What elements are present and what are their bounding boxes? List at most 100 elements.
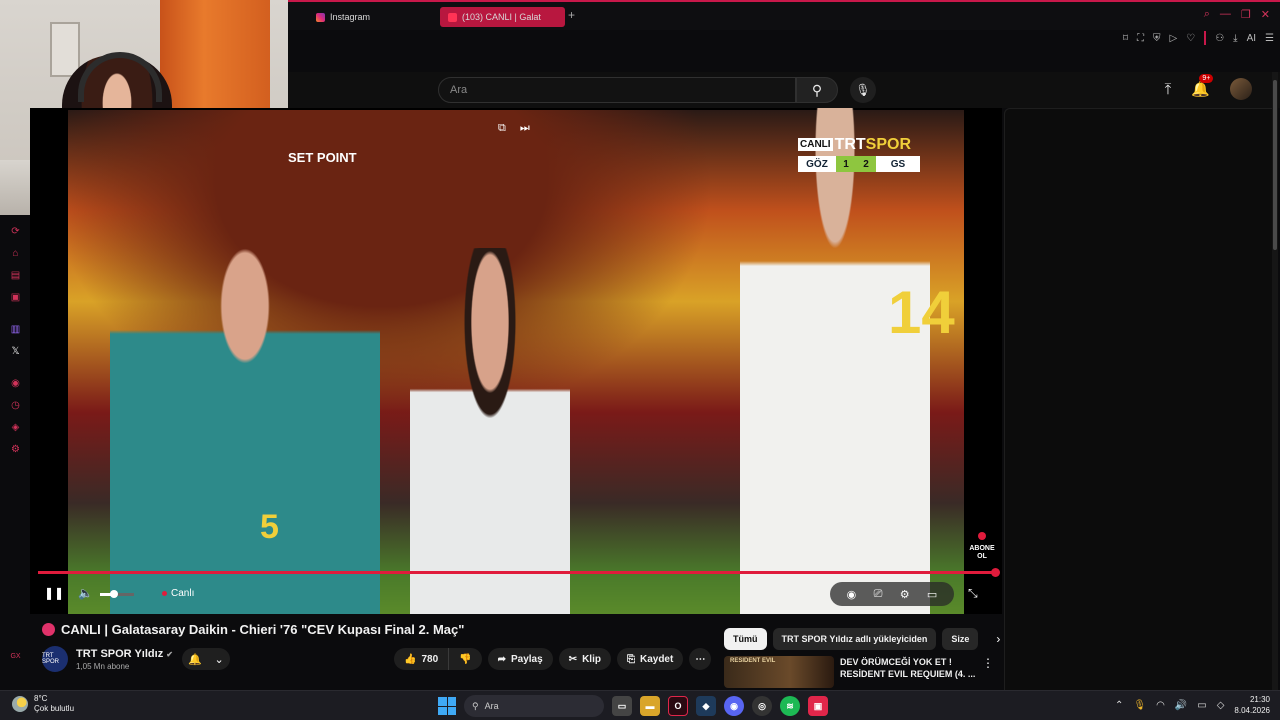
subtitles-icon[interactable]: ⎚ — [874, 588, 883, 601]
minimize-button[interactable]: — — [1220, 8, 1231, 21]
scrollbar-thumb[interactable] — [1273, 80, 1277, 250]
clock[interactable]: 21:30 8.04.2026 — [1234, 694, 1270, 716]
chip-for-you[interactable]: Size — [942, 628, 979, 650]
save-button[interactable]: ⎘ Kaydet — [616, 648, 684, 670]
chip-from-uploader[interactable]: TRT SPOR Yıldız adlı yükleyiciden — [772, 628, 937, 650]
progress-handle[interactable] — [991, 568, 1000, 577]
download-icon[interactable]: ⤓ — [1233, 33, 1237, 44]
volume-button[interactable]: 🔈 — [78, 586, 93, 600]
account-icon[interactable]: ⚇ — [1215, 33, 1224, 44]
brand-left: TRT — [834, 136, 866, 153]
search-icon[interactable]: ⌕ — [1204, 8, 1210, 21]
channel-name-text[interactable]: TRT SPOR Yıldız — [76, 648, 163, 660]
mic-icon[interactable]: 🎙 — [1133, 700, 1146, 711]
channel-name[interactable]: TRT SPOR Yıldız ✔ — [76, 648, 173, 660]
new-tab-button[interactable]: + — [568, 8, 575, 22]
settings-icon[interactable]: ⚙ — [10, 444, 21, 455]
notifications-button[interactable]: 🔔 9+ — [1191, 74, 1214, 98]
tab-youtube[interactable]: (103) CANLI | Galat — [440, 7, 565, 27]
file-explorer-icon[interactable]: ▬ — [640, 696, 660, 716]
like-dislike-group: 👍 780 👎 — [394, 648, 482, 670]
chevron-right-icon[interactable]: › — [996, 632, 1000, 646]
chip-all[interactable]: Tümü — [724, 628, 767, 650]
score-row: GÖZ 1 2 GS — [798, 156, 920, 172]
close-button[interactable]: ✕ — [1261, 8, 1270, 21]
tray-app-icon[interactable]: ◇ — [1217, 700, 1225, 711]
play-icon[interactable]: ▷ — [1170, 33, 1178, 44]
more-actions-button[interactable]: ⋯ — [689, 648, 712, 670]
chevron-down-icon: ⌄ — [214, 653, 224, 666]
recommended-thumbnail[interactable]: RESIDENT EVIL — [724, 656, 834, 688]
pause-button[interactable]: ❚❚ — [44, 586, 64, 600]
screenshot-icon[interactable]: ⛶ — [1137, 33, 1144, 44]
progress-bar[interactable] — [38, 568, 1000, 577]
share-button[interactable]: ➦ Paylaş — [487, 648, 553, 670]
upload-icon[interactable]: ⤒ — [1165, 81, 1172, 98]
discord-icon[interactable]: ◉ — [724, 696, 744, 716]
tab-instagram[interactable]: Instagram — [308, 7, 438, 27]
search-button[interactable]: ⚲ — [796, 77, 838, 103]
system-tray: ⌃ 🎙 ◠ 🔊 ▭ ◇ 21:30 8.04.2026 — [1115, 694, 1270, 716]
bookmark-icon[interactable]: ⌑ — [1123, 33, 1128, 44]
subscription-bell-button[interactable]: 🔔 ⌄ — [182, 648, 230, 670]
dislike-button[interactable]: 👎 — [449, 648, 482, 670]
battery-icon[interactable]: ▭ — [1197, 700, 1206, 711]
menu-icon[interactable]: ☰ — [1265, 33, 1274, 44]
page-scrollbar[interactable] — [1272, 72, 1278, 692]
clip-button[interactable]: ✂ Klip — [558, 648, 611, 670]
theater-icon[interactable]: ▭ — [927, 588, 937, 601]
extension-icon[interactable]: ◈ — [10, 422, 21, 433]
volume-handle[interactable] — [110, 590, 118, 598]
recommended-title[interactable]: DEV ÖRÜMCEĞİ YOK ET ! RESİDENT EVIL REQU… — [840, 656, 976, 688]
recommended-video[interactable]: RESIDENT EVIL DEV ÖRÜMCEĞİ YOK ET ! RESİ… — [724, 656, 994, 688]
speaker-icon[interactable]: 🔊 — [1175, 700, 1187, 711]
media-icon[interactable]: ▣ — [10, 292, 21, 303]
obs-icon[interactable]: ◎ — [752, 696, 772, 716]
player-icon[interactable]: ◉ — [10, 378, 21, 389]
bag-icon[interactable]: ⌂ — [10, 248, 21, 259]
twitch-icon[interactable]: ▥ — [10, 324, 21, 335]
restore-button[interactable]: ❐ — [1241, 8, 1251, 21]
like-button[interactable]: 👍 780 — [394, 648, 450, 670]
mic-icon: 🎙 — [855, 83, 871, 97]
subscribe-watermark[interactable]: ABONE OL — [964, 532, 1000, 561]
scissors-icon: ✂ — [568, 653, 578, 665]
miniplayer-icon[interactable]: ⧉ — [498, 122, 506, 135]
spotify-icon[interactable]: ≋ — [780, 696, 800, 716]
more-icon: ⋯ — [695, 653, 706, 665]
temperature: 8°C — [34, 694, 48, 703]
voice-search-button[interactable]: 🎙 — [850, 77, 876, 103]
shield-icon[interactable]: ⛨ — [1153, 33, 1161, 44]
ai-button[interactable]: AI — [1247, 33, 1256, 44]
opera-gx-icon[interactable]: O — [668, 696, 688, 716]
screen: Instagram (103) CANLI | Galat + ⌕ — ❐ ✕ … — [0, 0, 1280, 720]
tab-label: (103) CANLI | Galat — [462, 12, 541, 22]
history-icon[interactable]: ◷ — [10, 400, 21, 411]
refresh-icon[interactable]: ⟳ — [10, 226, 21, 237]
settings-icon[interactable]: ⚙ — [900, 588, 910, 601]
weather-widget[interactable]: 8°C Çok bulutlu — [12, 694, 74, 714]
time: 21:30 — [1249, 695, 1270, 704]
chevron-up-icon[interactable]: ⌃ — [1115, 700, 1123, 711]
wifi-icon[interactable]: ◠ — [1156, 700, 1165, 711]
heart-icon[interactable]: ♡ — [1186, 33, 1195, 44]
volume-slider[interactable] — [100, 590, 134, 598]
channel-avatar[interactable]: TRT SPOR — [42, 646, 68, 672]
autoplay-toggle[interactable]: ◉ — [847, 588, 857, 601]
skip-icon[interactable]: ⏭ — [520, 122, 530, 135]
video-player[interactable]: 14 5 SET POINT ⧉ ⏭ CANLI TRTSPOR GÖZ 1 2 … — [30, 108, 1002, 614]
search-icon: ⚲ — [472, 700, 479, 711]
vpn-icon[interactable]: ◆ — [696, 696, 716, 716]
avatar[interactable] — [1230, 78, 1252, 100]
live-indicator[interactable]: Canlı — [162, 588, 194, 599]
streaming-app-icon[interactable]: ▣ — [808, 696, 828, 716]
chat-icon[interactable]: ▤ — [10, 270, 21, 281]
gx-icon[interactable]: GX — [10, 651, 21, 662]
windows-start-icon[interactable] — [438, 697, 456, 715]
more-icon[interactable]: ⋮ — [982, 656, 994, 688]
search-input[interactable]: Ara — [438, 77, 796, 103]
fullscreen-icon[interactable]: ⤡ — [968, 586, 978, 601]
task-view-icon[interactable]: ▭ — [612, 696, 632, 716]
x-icon[interactable]: 𝕏 — [10, 346, 21, 357]
taskbar-search[interactable]: ⚲ Ara — [464, 695, 604, 717]
